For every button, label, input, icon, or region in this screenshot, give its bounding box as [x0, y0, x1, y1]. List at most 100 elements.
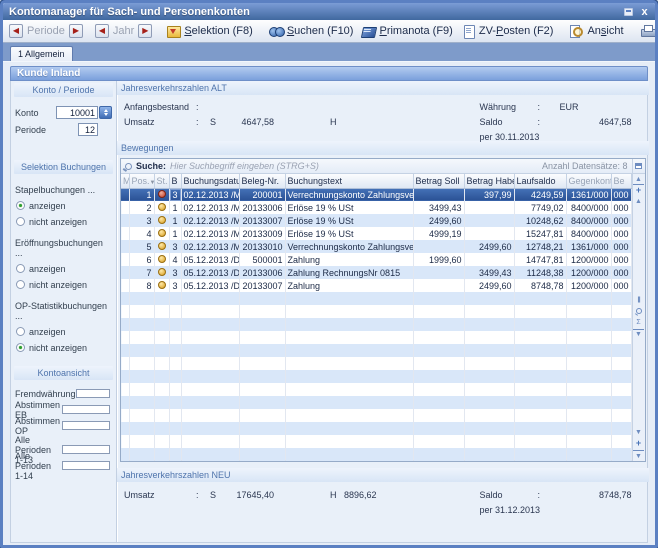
status-icon: [158, 190, 166, 198]
search-placeholder[interactable]: Hier Suchbegriff eingeben (STRG+S): [170, 161, 538, 171]
selektion-button[interactable]: Selektion (F8): [162, 22, 256, 40]
tab-allgemein[interactable]: 1 Allgemein: [10, 46, 73, 61]
crosshair-icon: +: [636, 186, 641, 195]
periode-input[interactable]: [78, 123, 98, 136]
col-gegenkonto[interactable]: Gegenkonto: [566, 174, 611, 188]
periode-nav: ◀ Periode ▶: [7, 24, 85, 38]
col-pos[interactable]: Pos.▼: [129, 174, 154, 188]
umsatz-alt-soll: 4647,58: [222, 117, 274, 127]
section-kontoansicht: Kontoansicht: [14, 366, 113, 380]
per-date-neu: per 31.12.2013: [480, 505, 541, 515]
status-icon: [158, 203, 166, 211]
radio-stapel-anzeigen[interactable]: anzeigen: [15, 200, 112, 211]
col-b[interactable]: B: [169, 174, 181, 188]
column-select-button[interactable]: [633, 159, 645, 174]
empty-row: [121, 422, 631, 435]
titlebar: Kontomanager für Sach- und Personenkonte…: [3, 3, 655, 20]
radio-icon: [16, 217, 25, 226]
konto-spinner[interactable]: [99, 106, 112, 119]
empty-row: [121, 396, 631, 409]
status-icon: [158, 255, 166, 263]
table-row[interactable]: 4 1 02.12.2013 /Mo 20133009 Erlöse 19 % …: [121, 227, 631, 240]
jahr-next-button[interactable]: ▶: [138, 24, 152, 38]
umsatz-neu-haben: 8896,62: [344, 490, 377, 500]
status-icon: [158, 229, 166, 237]
sum-button[interactable]: Σ: [633, 317, 644, 328]
scroll-down-button[interactable]: ▼: [633, 427, 644, 438]
suchen-button[interactable]: Suchen (F10): [265, 22, 358, 40]
empty-row: [121, 448, 631, 461]
columns-icon: |||: [637, 297, 639, 303]
table-row[interactable]: 6 4 05.12.2013 /Do 500001 Zahlung 1999,6…: [121, 253, 631, 266]
scroll-up-button[interactable]: ▲: [633, 196, 644, 207]
col-betrag-soll[interactable]: Betrag Soll: [413, 174, 464, 188]
table-row[interactable]: 1 3 02.12.2013 /Mo 200001 Verrechnungsko…: [121, 188, 631, 201]
table-row[interactable]: 5 3 02.12.2013 /Mo 20133010 Verrechnungs…: [121, 240, 631, 253]
goto-end-button[interactable]: ▼: [633, 329, 644, 340]
konto-input[interactable]: [56, 106, 98, 119]
stapelbuchungen-label: Stapelbuchungen ...: [15, 185, 112, 195]
left-panel: Konto / Periode Konto Periode Selektion …: [11, 81, 117, 542]
primanota-button[interactable]: Primanota (F9): [357, 22, 456, 40]
checkbox-abstimmen-op[interactable]: Abstimmen OP: [15, 420, 112, 431]
radio-icon: [16, 201, 25, 210]
periode-prev-button[interactable]: ◀: [9, 24, 23, 38]
radio-icon: [16, 264, 25, 273]
radio-eroeffnung-anzeigen[interactable]: anzeigen: [15, 263, 112, 274]
section-selektion-buchungen: Selektion Buchungen: [14, 160, 113, 174]
radio-op-anzeigen[interactable]: anzeigen: [15, 326, 112, 337]
close-icon: x: [641, 7, 647, 17]
umsatz-neu-soll: 17645,40: [222, 490, 274, 500]
jahr-prev-button[interactable]: ◀: [95, 24, 109, 38]
zv-posten-button[interactable]: ZV-Posten (F2): [457, 22, 558, 40]
col-be[interactable]: Be: [611, 174, 631, 188]
goto-record-button[interactable]: +: [633, 185, 644, 196]
empty-row: [121, 318, 631, 331]
scroll-bottom-button[interactable]: ▼: [633, 450, 644, 461]
empty-row: [121, 435, 631, 448]
table-row[interactable]: 3 1 02.12.2013 /Mo 20133007 Erlöse 19 % …: [121, 214, 631, 227]
jahr-nav: ◀ Jahr ▶: [93, 24, 154, 38]
col-m[interactable]: M: [121, 174, 129, 188]
column-chooser-button[interactable]: |||: [633, 295, 644, 306]
checkbox-fremdwaehrung[interactable]: Fremdwährung: [15, 388, 112, 399]
periode-next-button[interactable]: ▶: [69, 24, 83, 38]
col-buchungsdatum[interactable]: Buchungsdatum: [181, 174, 239, 188]
status-icon: [158, 281, 166, 289]
grid-search-button[interactable]: [633, 306, 644, 317]
checkbox-icon: [76, 389, 110, 398]
bookings-table: M Pos.▼ St. B Buchungsdatum Beleg-Nr. Bu…: [121, 174, 632, 461]
drucken-button[interactable]: Drucken: [636, 22, 658, 40]
search-label: Suche:: [136, 161, 166, 171]
jvz-neu-block: Umsatz : S 17645,40 H 8896,62 Saldo : 87…: [120, 482, 646, 532]
col-betrag-haben[interactable]: Betrag Haben: [464, 174, 514, 188]
radio-stapel-nicht-anzeigen[interactable]: nicht anzeigen: [15, 216, 112, 227]
table-row[interactable]: 7 3 05.12.2013 /Do 20133006 Zahlung Rech…: [121, 266, 631, 279]
radio-eroeffnung-nicht-anzeigen[interactable]: nicht anzeigen: [15, 279, 112, 290]
book-icon: [361, 24, 376, 38]
checkbox-alle-perioden-1-14[interactable]: Alle Perioden 1-14: [15, 460, 112, 471]
checkbox-icon: [62, 405, 111, 414]
col-st[interactable]: St.: [154, 174, 169, 188]
col-laufsaldo[interactable]: Laufsaldo: [514, 174, 566, 188]
saldo-neu-label: Saldo: [480, 490, 538, 500]
radio-op-nicht-anzeigen[interactable]: nicht anzeigen: [15, 342, 112, 353]
grid-search-bar[interactable]: Suche: Hier Suchbegriff eingeben (STRG+S…: [121, 159, 632, 174]
table-row[interactable]: 2 1 02.12.2013 /Mo 20133006 Erlöse 19 % …: [121, 201, 631, 214]
scroll-top-button[interactable]: ▲: [633, 174, 644, 185]
select-columns-icon: [635, 163, 642, 169]
close-button[interactable]: x: [638, 6, 651, 18]
grid-side-toolbar: ▲ + ▲ ||| Σ ▼ ▼ + ▼: [632, 159, 645, 461]
restore-button[interactable]: [622, 6, 635, 18]
checkbox-abstimmen-eb[interactable]: Abstimmen EB: [15, 404, 112, 415]
table-row[interactable]: 8 3 05.12.2013 /Do 20133007 Zahlung 2499…: [121, 279, 631, 292]
table-header-row: M Pos.▼ St. B Buchungsdatum Beleg-Nr. Bu…: [121, 174, 631, 188]
empty-row: [121, 292, 631, 305]
ansicht-button[interactable]: Ansicht: [565, 22, 627, 40]
saldo-alt-value: 4647,58: [560, 117, 632, 127]
goto-record-button[interactable]: +: [633, 438, 644, 449]
col-buchungstext[interactable]: Buchungstext: [285, 174, 413, 188]
search-icon: [636, 308, 642, 314]
col-beleg-nr[interactable]: Beleg-Nr.: [239, 174, 285, 188]
konto-label: Konto: [15, 108, 56, 118]
